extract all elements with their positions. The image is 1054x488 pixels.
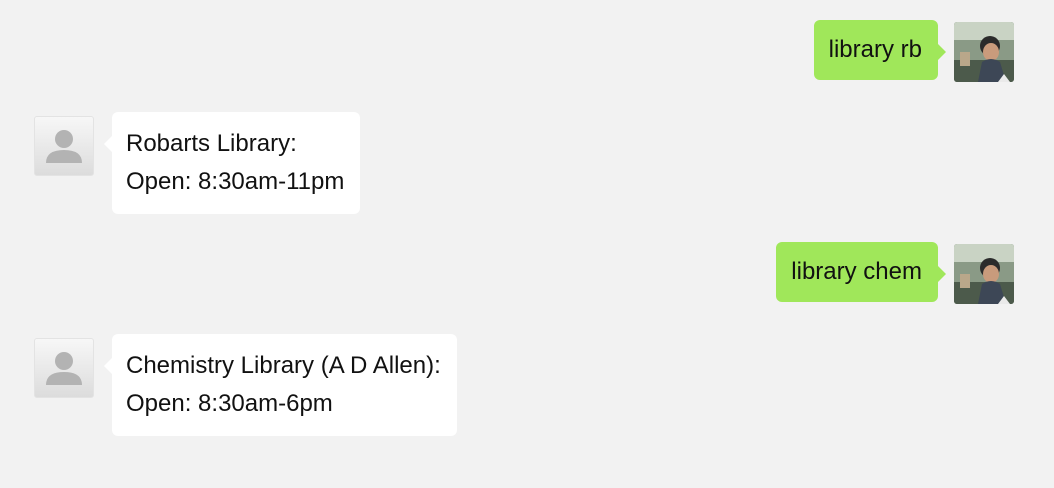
- bot-avatar[interactable]: [34, 338, 94, 398]
- message-text: library rb: [828, 36, 922, 63]
- user-avatar[interactable]: [954, 244, 1014, 304]
- message-text: library chem: [791, 258, 922, 285]
- bot-avatar[interactable]: [34, 116, 94, 176]
- message-line: Open: 8:30am-11pm: [126, 168, 345, 195]
- incoming-message-bubble[interactable]: Robarts Library: Open: 8:30am-11pm: [103, 112, 361, 214]
- chat-conversation: library rb Robarts Library: Open: 8:30am…: [0, 0, 1054, 488]
- outgoing-message-bubble[interactable]: library rb: [813, 20, 947, 80]
- message-line: Chemistry Library (A D Allen):: [126, 352, 441, 379]
- user-avatar[interactable]: [954, 22, 1014, 82]
- outgoing-message-bubble[interactable]: library chem: [776, 242, 946, 302]
- user-photo-icon: [954, 22, 1014, 82]
- user-photo-icon: [954, 244, 1014, 304]
- default-person-avatar-icon: [46, 352, 82, 385]
- default-person-avatar-icon: [46, 130, 82, 163]
- message-line: Robarts Library:: [126, 130, 297, 157]
- incoming-message-bubble[interactable]: Chemistry Library (A D Allen): Open: 8:3…: [104, 334, 457, 436]
- message-line: Open: 8:30am-6pm: [126, 390, 333, 417]
